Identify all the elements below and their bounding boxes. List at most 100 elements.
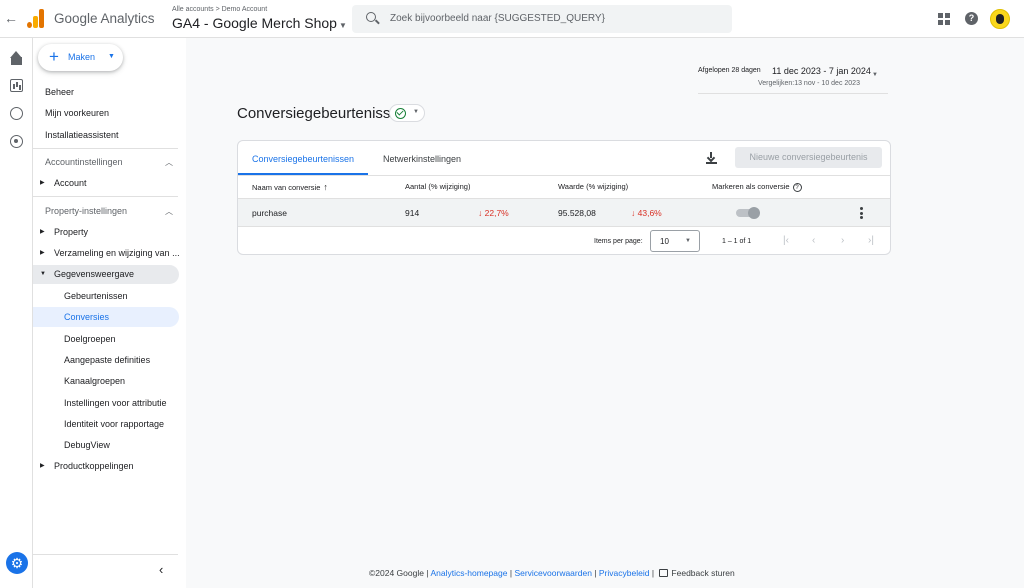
sidebar-sub-audiences[interactable]: Doelgroepen — [33, 329, 179, 349]
sidebar-item-data-collection[interactable]: ▶ Verzameling en wijziging van ... — [33, 244, 180, 263]
sidebar-item-label: Aangepaste definities — [64, 355, 151, 365]
cell-value: 95.528,08 — [558, 208, 596, 218]
sidebar-item-label: DebugView — [64, 440, 110, 450]
column-header-mark-conversion: Markeren als conversie? — [712, 182, 802, 192]
expand-arrow-icon: ▶ — [40, 229, 45, 235]
date-compare-value: Vergelijken:13 nov - 10 dec 2023 — [758, 80, 860, 87]
footer-link-terms[interactable]: Servicevoorwaarden — [514, 568, 591, 578]
sidebar-sub-attribution-settings[interactable]: Instellingen voor attributie — [33, 393, 179, 413]
help-icon[interactable]: ? — [965, 12, 978, 25]
send-feedback-link[interactable]: Feedback sturen — [656, 568, 735, 578]
arrow-down-icon: ↓ — [478, 208, 483, 218]
apps-grid-icon[interactable] — [938, 13, 950, 25]
admin-sidebar: + Maken ▼ Beheer Mijn voorkeuren Install… — [33, 38, 186, 588]
sort-arrow-icon: ↑ — [323, 182, 328, 192]
table-row[interactable]: purchase 914 ↓ 22,7% 95.528,08 ↓ 43,6% — [238, 198, 890, 227]
expand-arrow-icon: ▶ — [40, 180, 45, 186]
nav-link-admin[interactable]: Beheer — [45, 87, 74, 97]
sidebar-sub-channel-groups[interactable]: Kanaalgroepen — [33, 371, 179, 391]
column-header-label: Markeren als conversie — [712, 182, 790, 191]
separator: | — [426, 568, 429, 578]
column-header-name[interactable]: Naam van conversie ↑ — [252, 182, 328, 192]
last-page-icon[interactable]: ›| — [868, 235, 874, 246]
change-value: 22,7% — [484, 208, 509, 218]
property-selector[interactable]: GA4 - Google Merch Shop ▼ — [172, 15, 347, 31]
help-icon[interactable]: ? — [792, 182, 802, 192]
sidebar-sub-debugview[interactable]: DebugView — [33, 435, 179, 455]
expand-arrow-icon: ▶ — [40, 463, 45, 469]
copyright: ©2024 Google — [369, 568, 424, 578]
account-settings-header[interactable]: Accountinstellingen ︿ — [45, 157, 173, 167]
sidebar-item-label: Identiteit voor rapportage — [64, 419, 165, 429]
status-chip[interactable]: ▼ — [389, 104, 425, 122]
sidebar-item-label: Gebeurtenissen — [64, 291, 128, 301]
search-bar[interactable]: Zoek bijvoorbeeld naar {SUGGESTED_QUERY} — [352, 5, 732, 33]
chevron-up-icon: ︿ — [165, 207, 173, 216]
tab-network-settings[interactable]: Netwerkinstellingen — [383, 141, 461, 175]
items-per-page-select[interactable]: 10 ▼ — [650, 230, 700, 252]
next-page-icon[interactable]: › — [841, 235, 844, 246]
nav-link-setup-assistant[interactable]: Installatieassistent — [45, 130, 119, 140]
sidebar-item-account[interactable]: ▶ Account — [33, 174, 178, 193]
feedback-label: Feedback sturen — [671, 568, 735, 578]
sidebar-sub-reporting-identity[interactable]: Identiteit voor rapportage — [33, 414, 179, 434]
sidebar-sub-custom-definitions[interactable]: Aangepaste definities — [33, 350, 179, 370]
chevron-down-icon: ▼ — [338, 21, 347, 30]
create-button[interactable]: + Maken ▼ — [38, 44, 123, 71]
divider — [33, 554, 178, 555]
search-input[interactable]: Zoek bijvoorbeeld naar {SUGGESTED_QUERY} — [390, 13, 605, 24]
conversions-card: Conversiegebeurtenissen Netwerkinstellin… — [237, 140, 891, 255]
date-range-picker[interactable]: Afgelopen 28 dagen 11 dec 2023 - 7 jan 2… — [698, 64, 888, 94]
section-title: Accountinstellingen — [45, 157, 123, 167]
column-header-value[interactable]: Waarde (% wijziging) — [558, 182, 628, 191]
sidebar-item-data-display[interactable]: ▼ Gegevensweergave — [33, 265, 179, 284]
chevron-down-icon: ▼ — [413, 109, 419, 115]
sidebar-item-property[interactable]: ▶ Property — [33, 223, 178, 242]
expand-arrow-icon: ▶ — [40, 250, 45, 256]
date-range-value: 11 dec 2023 - 7 jan 2024 — [772, 66, 871, 76]
separator: | — [509, 568, 513, 578]
home-icon[interactable] — [10, 51, 23, 65]
cell-value-change: ↓ 43,6% — [631, 208, 662, 218]
footer-link-privacy[interactable]: Privacybeleid — [599, 568, 650, 578]
items-per-page-value: 10 — [660, 237, 669, 246]
sidebar-item-product-links[interactable]: ▶ Productkoppelingen — [33, 457, 178, 476]
google-analytics-logo-icon[interactable] — [27, 9, 45, 28]
toggle-knob — [748, 207, 760, 219]
avatar[interactable] — [990, 9, 1010, 29]
nav-link-preferences[interactable]: Mijn voorkeuren — [45, 108, 109, 118]
column-header-label: Naam van conversie — [252, 183, 321, 192]
sidebar-item-label: Property — [54, 227, 89, 237]
breadcrumb[interactable]: Alle accounts > Demo Account — [172, 6, 267, 13]
sidebar-sub-conversions[interactable]: Conversies — [33, 307, 179, 327]
first-page-icon[interactable]: |‹ — [783, 235, 789, 246]
property-settings-header[interactable]: Property-instellingen ︿ — [45, 206, 173, 216]
collapse-arrow-icon: ▼ — [40, 271, 46, 277]
admin-gear-icon[interactable]: ⚙ — [6, 552, 28, 574]
mark-as-conversion-toggle[interactable] — [736, 207, 760, 219]
section-title: Property-instellingen — [45, 206, 128, 216]
tab-conversion-events[interactable]: Conversiegebeurtenissen — [238, 141, 368, 175]
sidebar-sub-events[interactable]: Gebeurtenissen — [33, 286, 179, 306]
sidebar-item-label: Account — [54, 178, 87, 188]
previous-page-icon[interactable]: ‹ — [812, 235, 815, 246]
collapse-sidebar-chevron-icon[interactable]: ‹ — [159, 562, 163, 577]
back-arrow-icon[interactable]: ← — [4, 11, 18, 25]
explore-icon[interactable] — [10, 107, 23, 120]
pagination-range: 1 – 1 of 1 — [722, 238, 752, 245]
reports-icon[interactable] — [10, 79, 23, 92]
column-header-count[interactable]: Aantal (% wijziging) — [405, 182, 470, 191]
create-label: Maken — [68, 52, 96, 62]
footer-link-analytics-home[interactable]: Analytics-homepage — [430, 568, 507, 578]
new-conversion-event-button[interactable]: Nieuwe conversiegebeurtenis — [735, 147, 882, 168]
advertising-icon[interactable] — [10, 135, 23, 148]
sidebar-item-label: Gegevensweergave — [54, 269, 135, 279]
cell-count: 914 — [405, 208, 420, 218]
more-options-icon[interactable] — [860, 207, 864, 220]
brand-name[interactable]: Google Analytics — [54, 11, 155, 26]
top-bar: ← Google Analytics Alle accounts > Demo … — [0, 0, 1024, 38]
sidebar-item-label: Verzameling en wijziging van ... — [54, 248, 180, 258]
divider — [33, 196, 178, 197]
plus-icon: + — [49, 47, 59, 66]
feedback-icon — [659, 569, 669, 577]
